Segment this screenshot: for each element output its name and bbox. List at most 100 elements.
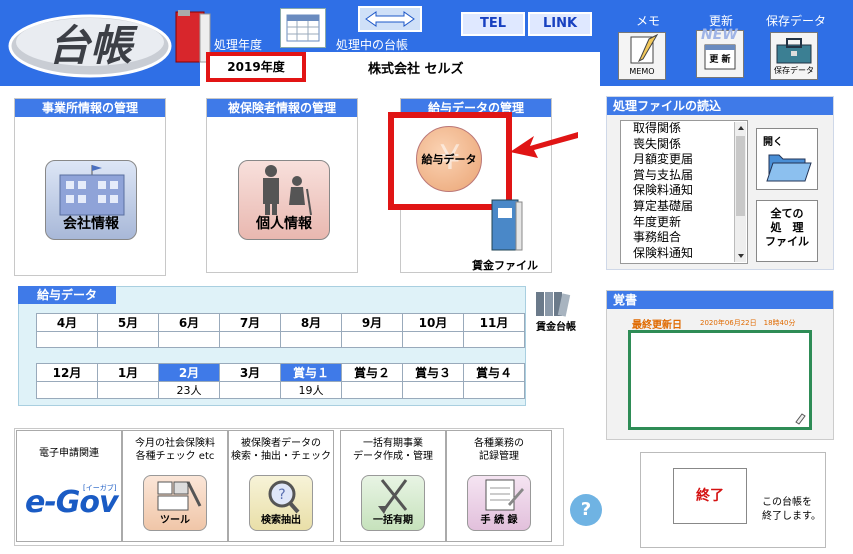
company-info-button[interactable]: 会社情報 — [45, 160, 137, 240]
work-records-card[interactable]: 各種業務の 記録管理 手 続 録 — [446, 430, 552, 542]
scroll-up-icon[interactable] — [735, 122, 747, 134]
month-value-cell[interactable] — [219, 381, 281, 399]
exit-note: この台帳を 終了します。 — [762, 496, 821, 524]
memo-last-updated-value: 2020年06月22日 18時40分 — [700, 319, 796, 327]
memo-top-label: メモ — [636, 14, 661, 28]
save-top-label: 保存データ — [766, 14, 827, 28]
year-caption: 処理年度 — [214, 38, 263, 52]
insured-extract-card[interactable]: 被保険者データの 検索・抽出・チェック ? 検索抽出 — [228, 430, 334, 542]
update-button-label: 更 新 — [709, 55, 731, 65]
month-value-cell[interactable] — [97, 381, 159, 399]
update-button[interactable]: NEW 更 新 — [696, 27, 744, 78]
save-data-button[interactable]: 保存データ — [770, 32, 818, 80]
list-item[interactable]: 保険料通知 — [621, 183, 747, 199]
year-display[interactable]: 2019年度 — [206, 52, 306, 82]
month-header-cell[interactable]: 6月 — [158, 313, 220, 332]
month-header-cell[interactable]: 2月 — [158, 363, 220, 382]
new-badge: NEW — [701, 27, 738, 43]
month-header-cell[interactable]: 賞与１ — [280, 363, 342, 382]
month-header-cell[interactable]: 7月 — [219, 313, 281, 332]
month-value-cell[interactable]: 19人 — [280, 381, 342, 399]
scrollbar-thumb[interactable] — [736, 136, 745, 216]
people-icon — [263, 165, 312, 216]
list-item[interactable]: 保険料通知 — [621, 246, 747, 262]
month-header-cell[interactable]: 10月 — [402, 313, 464, 332]
bulk-period-label: 一括有期 — [373, 515, 413, 526]
all-files-label-2: 処 理 — [770, 221, 804, 234]
link-button[interactable]: LINK — [528, 12, 592, 36]
company-info-label: 会社情報 — [63, 216, 119, 232]
salary-data-button[interactable]: ¥ 給与データ — [416, 126, 482, 192]
month-value-cell[interactable] — [402, 381, 464, 399]
month-value-cell[interactable] — [36, 331, 98, 348]
month-header-cell[interactable]: 5月 — [97, 313, 159, 332]
month-value-cell[interactable] — [341, 381, 403, 399]
month-header-cell[interactable]: 1月 — [97, 363, 159, 382]
building-icon — [59, 165, 125, 216]
egov-card[interactable]: 電子申請関連 e-Gov [イーガブ] — [16, 430, 122, 542]
all-files-button[interactable]: 全ての 処 理 ファイル — [756, 200, 818, 262]
month-value-cell[interactable] — [280, 331, 342, 348]
month-value-cell[interactable] — [36, 381, 98, 399]
list-item[interactable]: 喪失関係 — [621, 137, 747, 153]
eraser-icon[interactable] — [793, 411, 807, 425]
memo-textarea[interactable] — [628, 330, 812, 430]
year-value: 2019年度 — [227, 60, 285, 74]
list-item[interactable]: 月額変更届 — [621, 152, 747, 168]
egov-title: 電子申請関連 — [39, 448, 99, 459]
month-header-cell[interactable]: 3月 — [219, 363, 281, 382]
list-item[interactable]: 算定基礎届 — [621, 199, 747, 215]
search-extract-button[interactable]: ? 検索抽出 — [249, 475, 313, 531]
magnifier-icon: ? — [268, 480, 300, 514]
office-panel-title: 事業所情報の管理 — [15, 99, 165, 117]
month-value-cell[interactable]: 23人 — [158, 381, 220, 399]
month-header-cell[interactable]: 12月 — [36, 363, 98, 382]
calendar-icon[interactable] — [280, 8, 326, 48]
tel-button[interactable]: TEL — [461, 12, 525, 36]
month-value-cell[interactable] — [341, 331, 403, 348]
month-header-cell[interactable]: 賞与２ — [341, 363, 403, 382]
personal-info-button[interactable]: 個人情報 — [238, 160, 330, 240]
all-files-label-1: 全ての — [770, 207, 804, 220]
list-item[interactable]: 事務組合 — [621, 230, 747, 246]
month-header-cell[interactable]: 9月 — [341, 313, 403, 332]
salary-grid-row1: 4月 5月 6月 7月 8月 9月 10月 11月 — [36, 313, 525, 348]
month-value-cell[interactable] — [402, 331, 464, 348]
process-files-title: 処理ファイルの読込 — [607, 97, 833, 115]
switch-book-icon[interactable] — [358, 6, 422, 32]
extract-title-2: 検索・抽出・チェック — [231, 451, 331, 462]
month-header-cell[interactable]: 8月 — [280, 313, 342, 332]
month-value-cell[interactable] — [97, 331, 159, 348]
egov-sub: [イーガブ] — [83, 484, 117, 492]
month-value-cell[interactable] — [463, 381, 525, 399]
records-button[interactable]: 手 続 録 — [467, 475, 531, 531]
scroll-down-icon[interactable] — [735, 250, 747, 262]
file-list-scrollbar[interactable] — [734, 122, 746, 262]
social-tools-title-1: 今月の社会保険料 — [135, 438, 215, 449]
month-header-cell[interactable]: 賞与４ — [463, 363, 525, 382]
month-value-cell[interactable] — [158, 331, 220, 348]
social-insurance-tools-card[interactable]: 今月の社会保険料 各種チェック etc ツール — [122, 430, 228, 542]
list-item[interactable]: 賞与支払届 — [621, 168, 747, 184]
tools-button[interactable]: ツール — [143, 475, 207, 531]
month-header-cell[interactable]: 賞与３ — [402, 363, 464, 382]
process-file-list[interactable]: 取得関係 喪失関係 月額変更届 賞与支払届 保険料通知 算定基礎届 年度更新 事… — [620, 120, 748, 264]
month-value-cell[interactable] — [219, 331, 281, 348]
social-tools-title-2: 各種チェック etc — [135, 451, 215, 462]
memo-title: 覚書 — [607, 291, 833, 309]
open-file-button[interactable]: 開く — [756, 128, 818, 190]
month-header-cell[interactable]: 4月 — [36, 313, 98, 332]
all-files-label-3: ファイル — [765, 235, 809, 248]
help-button[interactable]: ? — [570, 494, 602, 526]
memo-button[interactable]: MEMO — [618, 32, 666, 80]
month-value-cell[interactable] — [463, 331, 525, 348]
month-header-cell[interactable]: 11月 — [463, 313, 525, 332]
bulk-period-card[interactable]: 一括有期事業 データ作成・管理 一括有期 — [340, 430, 446, 542]
list-item[interactable]: 取得関係 — [621, 121, 747, 137]
wage-ledger-icon[interactable] — [530, 288, 574, 318]
bulk-period-button[interactable]: 一括有期 — [361, 475, 425, 531]
wage-file-icon[interactable] — [486, 196, 526, 252]
exit-button[interactable]: 終了 — [673, 468, 747, 524]
exit-note-line-1: この台帳を — [762, 497, 812, 508]
list-item[interactable]: 年度更新 — [621, 215, 747, 231]
